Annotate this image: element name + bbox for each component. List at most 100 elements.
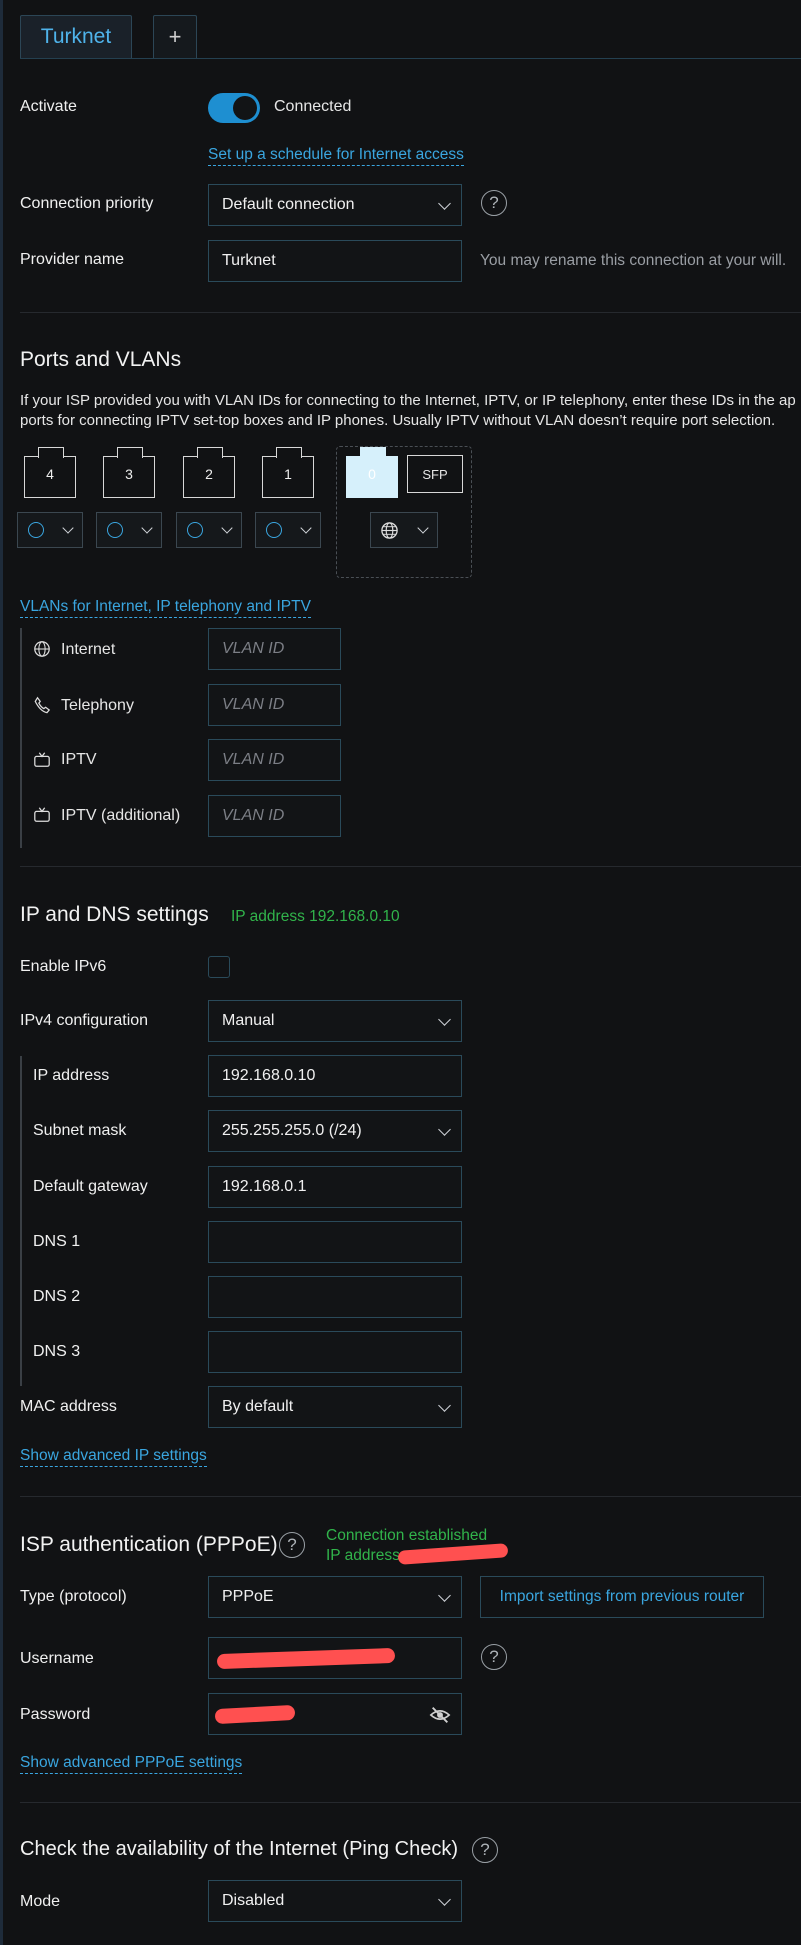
- import-settings-button[interactable]: Import settings from previous router: [480, 1576, 764, 1618]
- phone-icon: [34, 696, 51, 714]
- pppoe-help-icon[interactable]: ?: [279, 1532, 305, 1558]
- mac-select[interactable]: By default: [208, 1386, 462, 1428]
- ports-desc-line1: If your ISP provided you with VLAN IDs f…: [20, 392, 796, 409]
- ip-title: IP and DNS settings: [20, 903, 209, 926]
- chevron-down-icon: [300, 522, 312, 534]
- mac-label: MAC address: [20, 1398, 117, 1415]
- ip-address-input[interactable]: 192.168.0.10: [208, 1055, 462, 1097]
- ip-status: IP address 192.168.0.10: [231, 908, 400, 925]
- advanced-pppoe-link[interactable]: Show advanced PPPoE settings: [20, 1754, 243, 1774]
- tv-icon: [34, 752, 50, 767]
- chevron-down-icon: [438, 1399, 451, 1412]
- vlan-group-bar: [20, 628, 22, 848]
- mode-select[interactable]: Disabled: [208, 1880, 462, 1922]
- dns1-label: DNS 1: [33, 1233, 81, 1250]
- port-3-select[interactable]: [96, 512, 162, 548]
- globe-icon: [381, 522, 398, 539]
- ipv6-label: Enable IPv6: [20, 958, 107, 975]
- ping-help-icon[interactable]: ?: [472, 1837, 498, 1863]
- schedule-link[interactable]: Set up a schedule for Internet access: [208, 146, 464, 166]
- tab-turknet-label: Turknet: [40, 25, 112, 48]
- circle-icon: [28, 522, 44, 538]
- provider-label: Provider name: [20, 251, 125, 268]
- circle-icon: [107, 522, 123, 538]
- dns1-input[interactable]: [208, 1221, 462, 1263]
- subnet-mask-select[interactable]: 255.255.255.0 (/24): [208, 1110, 462, 1152]
- provider-input[interactable]: Turknet: [208, 240, 462, 282]
- provider-value: Turknet: [222, 252, 276, 269]
- type-label: Type (protocol): [20, 1588, 127, 1605]
- eye-off-icon[interactable]: [429, 1705, 451, 1725]
- priority-select[interactable]: Default connection: [208, 184, 462, 226]
- vlan-internet-input[interactable]: VLAN ID: [208, 628, 341, 670]
- port-2-select[interactable]: [176, 512, 242, 548]
- ipv6-checkbox[interactable]: [208, 956, 230, 978]
- type-select[interactable]: PPPoE: [208, 1576, 462, 1618]
- dns2-label: DNS 2: [33, 1288, 81, 1305]
- vlans-link[interactable]: VLANs for Internet, IP telephony and IPT…: [20, 598, 311, 618]
- activate-state: Connected: [274, 98, 352, 115]
- port-1: 1: [262, 447, 314, 498]
- chevron-down-icon: [141, 522, 153, 534]
- redacted-username: [216, 1647, 396, 1670]
- separator: [20, 312, 801, 313]
- ip-group-bar: [20, 1056, 22, 1386]
- add-tab-button[interactable]: +: [153, 15, 197, 58]
- vlan-iptv-input[interactable]: VLAN ID: [208, 739, 341, 781]
- pppoe-status-line2: IP address: [326, 1547, 400, 1564]
- circle-icon: [187, 522, 203, 538]
- chevron-down-icon: [438, 1589, 451, 1602]
- mode-value: Disabled: [222, 1892, 285, 1909]
- separator: [20, 1496, 801, 1497]
- dns3-label: DNS 3: [33, 1343, 81, 1360]
- priority-help-icon[interactable]: ?: [481, 190, 507, 216]
- separator: [20, 1802, 801, 1803]
- plus-icon: +: [168, 24, 182, 49]
- port-1-select[interactable]: [255, 512, 321, 548]
- vlan-telephony-input[interactable]: VLAN ID: [208, 684, 341, 726]
- subnet-mask-value: 255.255.255.0 (/24): [222, 1122, 362, 1139]
- port-4: 4: [24, 447, 76, 498]
- chevron-down-icon: [438, 1123, 451, 1136]
- redacted-password: [214, 1704, 296, 1725]
- dns3-input[interactable]: [208, 1331, 462, 1373]
- wan-port-select[interactable]: [370, 512, 438, 548]
- separator: [20, 866, 801, 867]
- circle-icon: [266, 522, 282, 538]
- vlan-telephony-label: Telephony: [61, 697, 134, 714]
- left-edge-bar: [0, 0, 3, 1945]
- tab-turknet[interactable]: Turknet: [20, 15, 132, 58]
- tv-icon: [34, 807, 50, 822]
- activate-label: Activate: [20, 98, 77, 115]
- redacted-ip: [397, 1543, 509, 1565]
- ip-address-label: IP address: [33, 1067, 110, 1084]
- username-label: Username: [20, 1650, 94, 1667]
- vlan-iptv-additional-input[interactable]: VLAN ID: [208, 795, 341, 837]
- gateway-input[interactable]: 192.168.0.1: [208, 1166, 462, 1208]
- globe-icon: [34, 641, 50, 657]
- sfp-port: SFP: [407, 455, 463, 493]
- dns2-input[interactable]: [208, 1276, 462, 1318]
- password-label: Password: [20, 1706, 91, 1723]
- vlan-iptv-label: IPTV: [61, 751, 97, 768]
- pppoe-status-line1: Connection established: [326, 1527, 488, 1544]
- chevron-down-icon: [438, 197, 451, 210]
- port-0-wan: 0: [346, 447, 398, 498]
- gateway-value: 192.168.0.1: [222, 1178, 307, 1195]
- mac-value: By default: [222, 1398, 294, 1415]
- username-help-icon[interactable]: ?: [481, 1644, 507, 1670]
- password-input[interactable]: [208, 1693, 462, 1735]
- ipv4-select[interactable]: Manual: [208, 1000, 462, 1042]
- ip-address-value: 192.168.0.10: [222, 1067, 316, 1084]
- provider-hint: You may rename this connection at your w…: [480, 252, 787, 269]
- username-input[interactable]: [208, 1637, 462, 1679]
- chevron-down-icon: [62, 522, 74, 534]
- pppoe-title: ISP authentication (PPPoE): [20, 1533, 278, 1556]
- gateway-label: Default gateway: [33, 1178, 148, 1195]
- port-2: 2: [183, 447, 235, 498]
- advanced-ip-link[interactable]: Show advanced IP settings: [20, 1447, 207, 1467]
- port-4-select[interactable]: [17, 512, 83, 548]
- tab-underline: [20, 58, 801, 59]
- ports-desc-line2: ports for connecting IPTV set-top boxes …: [20, 412, 776, 429]
- activate-toggle[interactable]: [208, 93, 260, 123]
